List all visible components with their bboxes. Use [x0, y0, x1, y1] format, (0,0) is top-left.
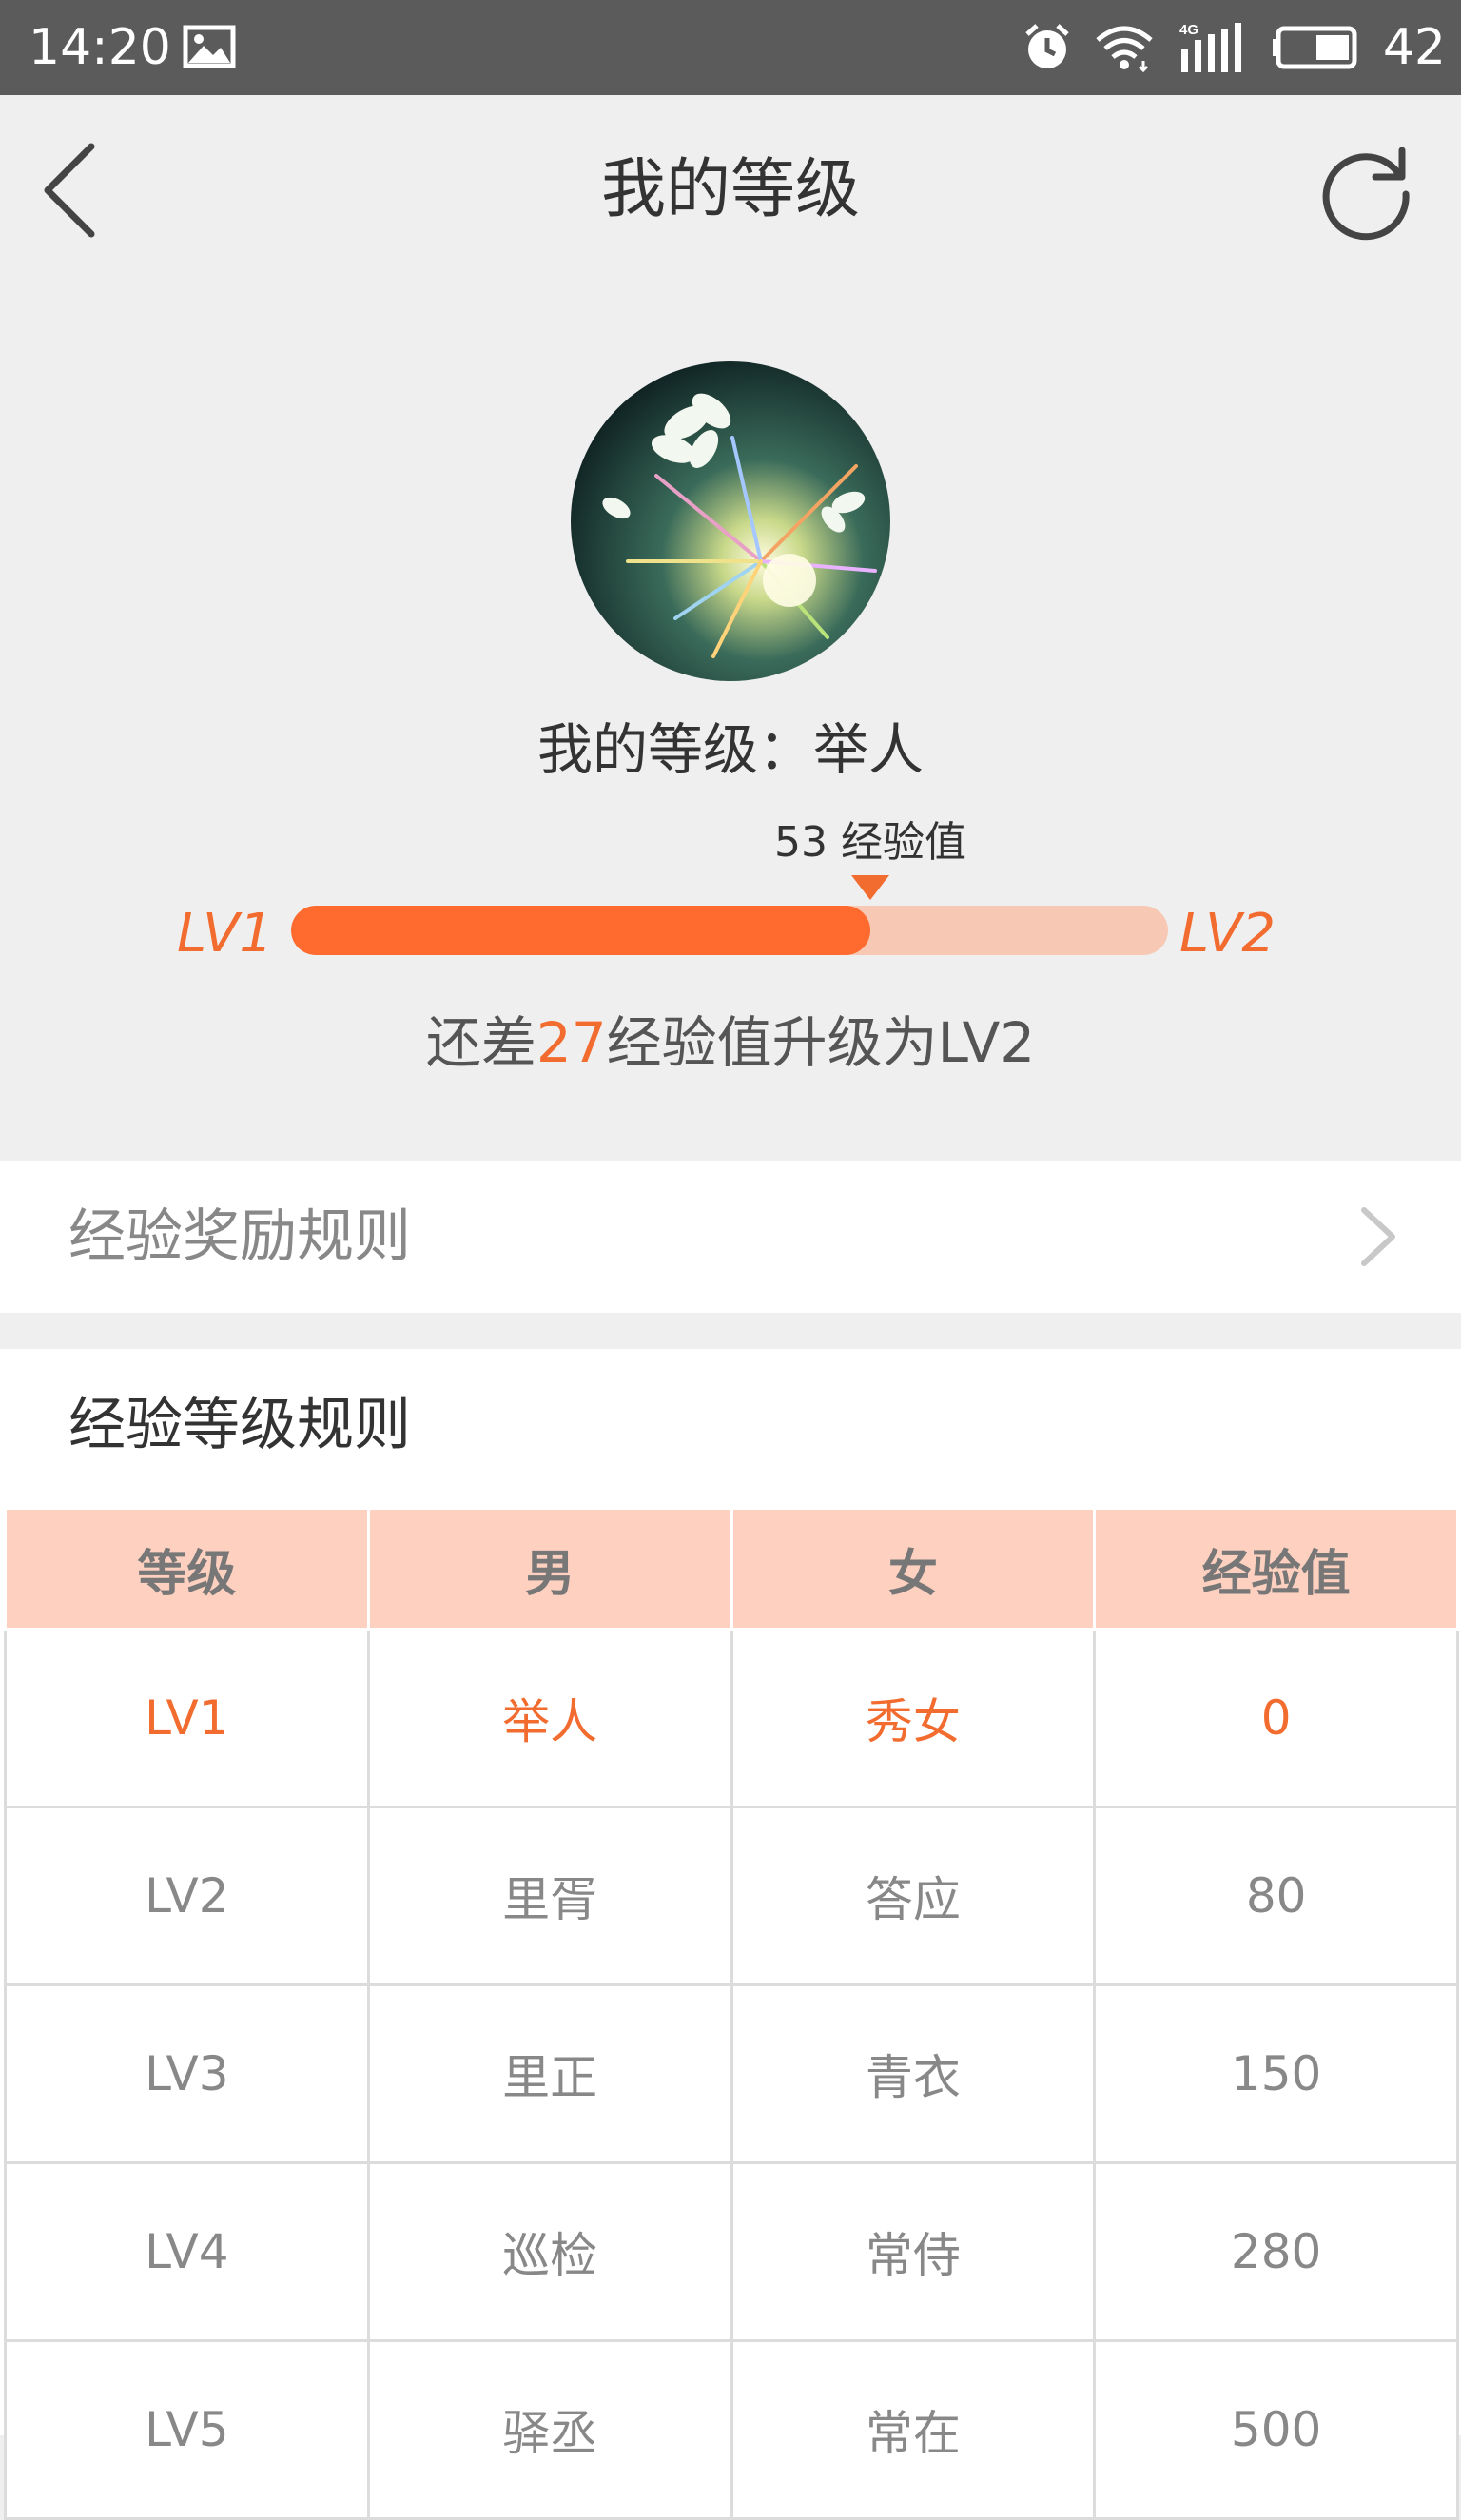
my-level-label: 我的等级：: [536, 717, 813, 782]
table-cell-female: 常在: [730, 2339, 1097, 2520]
refresh-button[interactable]: [1316, 143, 1415, 242]
status-bar: 14:20 4G 42: [0, 0, 1461, 95]
remaining-exp-text: 还差27经验值升级为LV2: [0, 1005, 1461, 1081]
table-cell-male: 里正: [366, 1983, 733, 2164]
table-cell-level: LV4: [4, 2161, 370, 2342]
current-level-label: LV1: [177, 903, 274, 965]
table-cell-female: 答应: [730, 1806, 1097, 1986]
table-cell-exp: 80: [1093, 1806, 1459, 1986]
battery-icon: [1272, 26, 1360, 69]
next-level-label: LV2: [1179, 903, 1276, 965]
table-cell-male: 举人: [366, 1628, 733, 1808]
level-profile: 我的等级：举人 53 经验值 LV1 LV2 还差27经验值升级为LV2: [0, 285, 1461, 1161]
table-cell-level: LV5: [4, 2339, 370, 2520]
table-cell-level: LV1: [4, 1628, 370, 1808]
nav-bar: 我的等级: [0, 95, 1461, 285]
network-type-label: 4G: [1179, 22, 1198, 38]
table-cell-female: 常侍: [730, 2161, 1097, 2342]
remaining-prefix: 还差: [425, 1010, 536, 1075]
refresh-icon: [1322, 147, 1410, 241]
table-header-row: 等级 男 女 经验值: [4, 1507, 1459, 1631]
table-cell-female: 青衣: [730, 1983, 1097, 2164]
table-row: LV3 里正 青衣 150: [4, 1983, 1459, 2164]
table-cell-female: 秀女: [730, 1628, 1097, 1808]
table-row: LV4 巡检 常侍 280: [4, 2161, 1459, 2342]
my-level: 我的等级：举人: [0, 712, 1461, 788]
table-header-female: 女: [730, 1507, 1097, 1631]
level-rules-table: 等级 男 女 经验值 LV1 举人 秀女 0 LV2 里胥 答应 80 LV3 …: [4, 1507, 1459, 2520]
table-cell-level: LV2: [4, 1806, 370, 1986]
table-cell-male: 巡检: [366, 2161, 733, 2342]
alarm-icon: [1023, 23, 1071, 72]
exp-value-label: 53 经验值: [774, 818, 966, 867]
chevron-right-icon: [1361, 1207, 1395, 1266]
exp-level-rules-title: 经验等级规则: [68, 1392, 411, 1458]
exp-reward-rules-row[interactable]: 经验奖励规则: [0, 1161, 1461, 1313]
table-cell-exp: 500: [1093, 2339, 1459, 2520]
page-title: 我的等级: [600, 152, 860, 227]
gallery-icon: [183, 25, 236, 68]
cellular-signal-icon: 4G: [1178, 21, 1250, 74]
avatar[interactable]: [571, 361, 890, 681]
my-level-name: 举人: [813, 717, 925, 782]
exp-pointer-icon: [851, 875, 889, 900]
table-cell-exp: 280: [1093, 2161, 1459, 2342]
table-row: LV2 里胥 答应 80: [4, 1806, 1459, 1986]
exp-level-rules: 经验等级规则 等级 男 女 经验值 LV1 举人 秀女 0 LV2 里胥 答应 …: [0, 1349, 1461, 2520]
table-cell-exp: 150: [1093, 1983, 1459, 2164]
wifi-icon: [1094, 23, 1155, 72]
battery-level: 42: [1382, 19, 1446, 76]
table-header-male: 男: [366, 1507, 733, 1631]
table-cell-male: 里胥: [366, 1806, 733, 1986]
table-row: LV1 举人 秀女 0: [4, 1628, 1459, 1808]
status-time: 14:20: [29, 19, 171, 76]
table-cell-exp: 0: [1093, 1628, 1459, 1808]
table-header-level: 等级: [4, 1507, 370, 1631]
table-row: LV5 驿丞 常在 500: [4, 2339, 1459, 2520]
remaining-value: 27: [536, 1010, 607, 1075]
table-cell-male: 驿丞: [366, 2339, 733, 2520]
exp-progress-bar: [291, 906, 1168, 955]
exp-progress-fill: [291, 906, 870, 955]
exp-reward-rules-label: 经验奖励规则: [68, 1203, 411, 1270]
table-cell-level: LV3: [4, 1983, 370, 2164]
remaining-suffix: 经验值升级为LV2: [606, 1010, 1036, 1075]
table-header-exp: 经验值: [1093, 1507, 1459, 1631]
